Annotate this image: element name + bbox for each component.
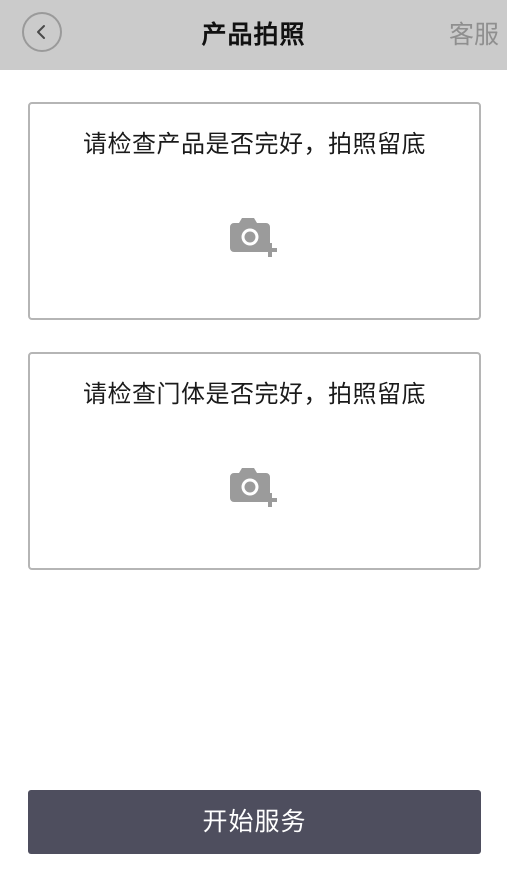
camera-plus-icon (230, 468, 277, 507)
product-photo-label: 请检查产品是否完好，拍照留底 (83, 130, 426, 158)
door-photo-card: 请检查门体是否完好，拍照留底 (28, 352, 481, 570)
add-door-photo-button[interactable] (228, 462, 284, 510)
product-photo-card: 请检查产品是否完好，拍照留底 (28, 102, 481, 320)
customer-service-button[interactable]: 客服 (449, 0, 499, 70)
add-product-photo-button[interactable] (228, 212, 284, 260)
back-button[interactable] (22, 12, 62, 52)
page-title: 产品拍照 (201, 20, 306, 49)
camera-plus-icon (230, 218, 277, 257)
chevron-left-icon (37, 25, 45, 39)
header-bar: 产品拍照 客服 (0, 0, 507, 70)
start-service-button[interactable]: 开始服务 (28, 790, 481, 854)
door-photo-label: 请检查门体是否完好，拍照留底 (83, 380, 426, 408)
